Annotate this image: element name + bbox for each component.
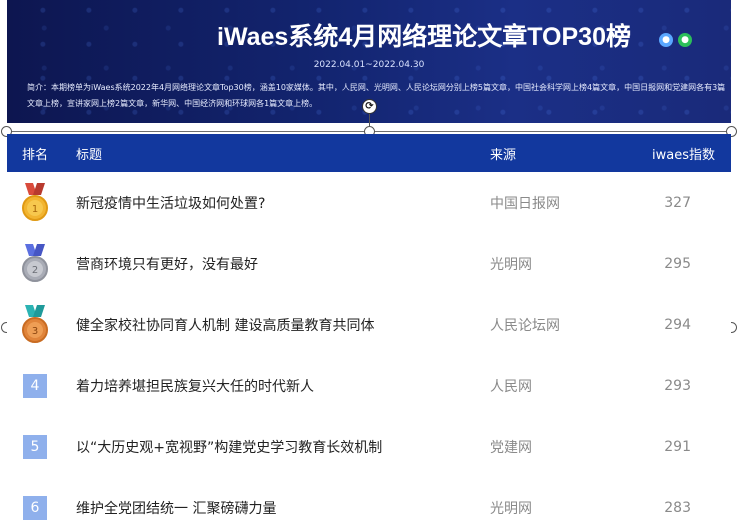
table-row[interactable]: 1 新冠疫情中生活垃圾如何处置? 中国日报网 327 — [7, 172, 731, 233]
row-title[interactable]: 营商环境只有更好，没有最好 — [63, 254, 490, 274]
rank-number: 5 — [23, 434, 47, 459]
row-source: 光明网 — [490, 256, 532, 273]
table-row[interactable]: 5 以“大历史观+宽视野”构建党史学习教育长效机制 党建网 291 — [7, 416, 731, 477]
row-title[interactable]: 新冠疫情中生活垃圾如何处置? — [63, 193, 490, 213]
row-score: 283 — [664, 499, 691, 516]
row-title[interactable]: 以“大历史观+宽视野”构建党史学习教育长效机制 — [63, 437, 490, 457]
header-rank: 排名 — [21, 147, 48, 163]
row-score: 327 — [664, 194, 691, 211]
row-source: 人民论坛网 — [490, 317, 560, 334]
rank-cell: 5 — [7, 434, 63, 459]
row-title[interactable]: 维护全党团结统一 汇聚磅礴力量 — [63, 498, 490, 518]
medal-rank-text: 2 — [32, 265, 38, 276]
header-title: 标题 — [76, 147, 103, 163]
medal-rank-text: 1 — [32, 204, 38, 215]
table-row[interactable]: 3 健全家校社协同育人机制 建设高质量教育共同体 人民论坛网 294 — [7, 294, 731, 355]
row-source: 中国日报网 — [490, 195, 560, 212]
rank-cell: 6 — [7, 495, 63, 520]
row-score: 293 — [664, 377, 691, 394]
header-score: iwaes指数 — [652, 147, 715, 163]
banner-intro: 简介：本期榜单为iWaes系统2022年4月网络理论文章Top30榜，涵盖10家… — [27, 83, 726, 108]
rank-number: 6 — [23, 495, 47, 520]
rank-cell: 3 — [7, 304, 63, 345]
drop-icon: ● — [659, 33, 673, 47]
rank-number: 4 — [23, 373, 47, 398]
ranking-table[interactable]: 排名 标题 来源 iwaes指数 1 新冠疫情中生活垃圾如何处置? 中国日报网 … — [7, 134, 731, 522]
row-score: 291 — [664, 438, 691, 455]
row-source: 人民网 — [490, 378, 532, 395]
banner-date: 2022.04.01~2022.04.30 — [313, 60, 425, 70]
gold-medal-icon: 1 — [22, 182, 48, 221]
row-source: 党建网 — [490, 439, 532, 456]
table-row[interactable]: 4 着力培养堪担民族复兴大任的时代新人 人民网 293 — [7, 355, 731, 416]
table-row[interactable]: 2 营商环境只有更好，没有最好 光明网 295 — [7, 233, 731, 294]
banner-title: iWaes系统4月网络理论文章TOP30榜 — [217, 23, 631, 51]
rotate-handle-icon[interactable]: ⟳ — [362, 99, 377, 114]
row-score: 294 — [664, 316, 691, 333]
silver-medal-icon: 2 — [22, 243, 48, 282]
bronze-medal-icon: 3 — [22, 304, 48, 343]
medal-rank-text: 3 — [32, 326, 38, 337]
rank-cell: 2 — [7, 243, 63, 284]
rank-cell: 1 — [7, 182, 63, 223]
canvas: iWaes系统4月网络理论文章TOP30榜 ● ● 2022.04.01~202… — [0, 0, 738, 522]
row-score: 295 — [664, 255, 691, 272]
header-source: 来源 — [490, 147, 517, 163]
table-header: 排名 标题 来源 iwaes指数 — [7, 134, 731, 172]
table-row[interactable]: 6 维护全党团结统一 汇聚磅礴力量 光明网 283 — [7, 477, 731, 522]
row-title[interactable]: 健全家校社协同育人机制 建设高质量教育共同体 — [63, 315, 490, 335]
wechat-icon: ● — [678, 33, 692, 47]
rank-cell: 4 — [7, 373, 63, 398]
row-title[interactable]: 着力培养堪担民族复兴大任的时代新人 — [63, 376, 490, 396]
row-source: 光明网 — [490, 500, 532, 517]
banner-icons: ● ● — [659, 33, 692, 47]
